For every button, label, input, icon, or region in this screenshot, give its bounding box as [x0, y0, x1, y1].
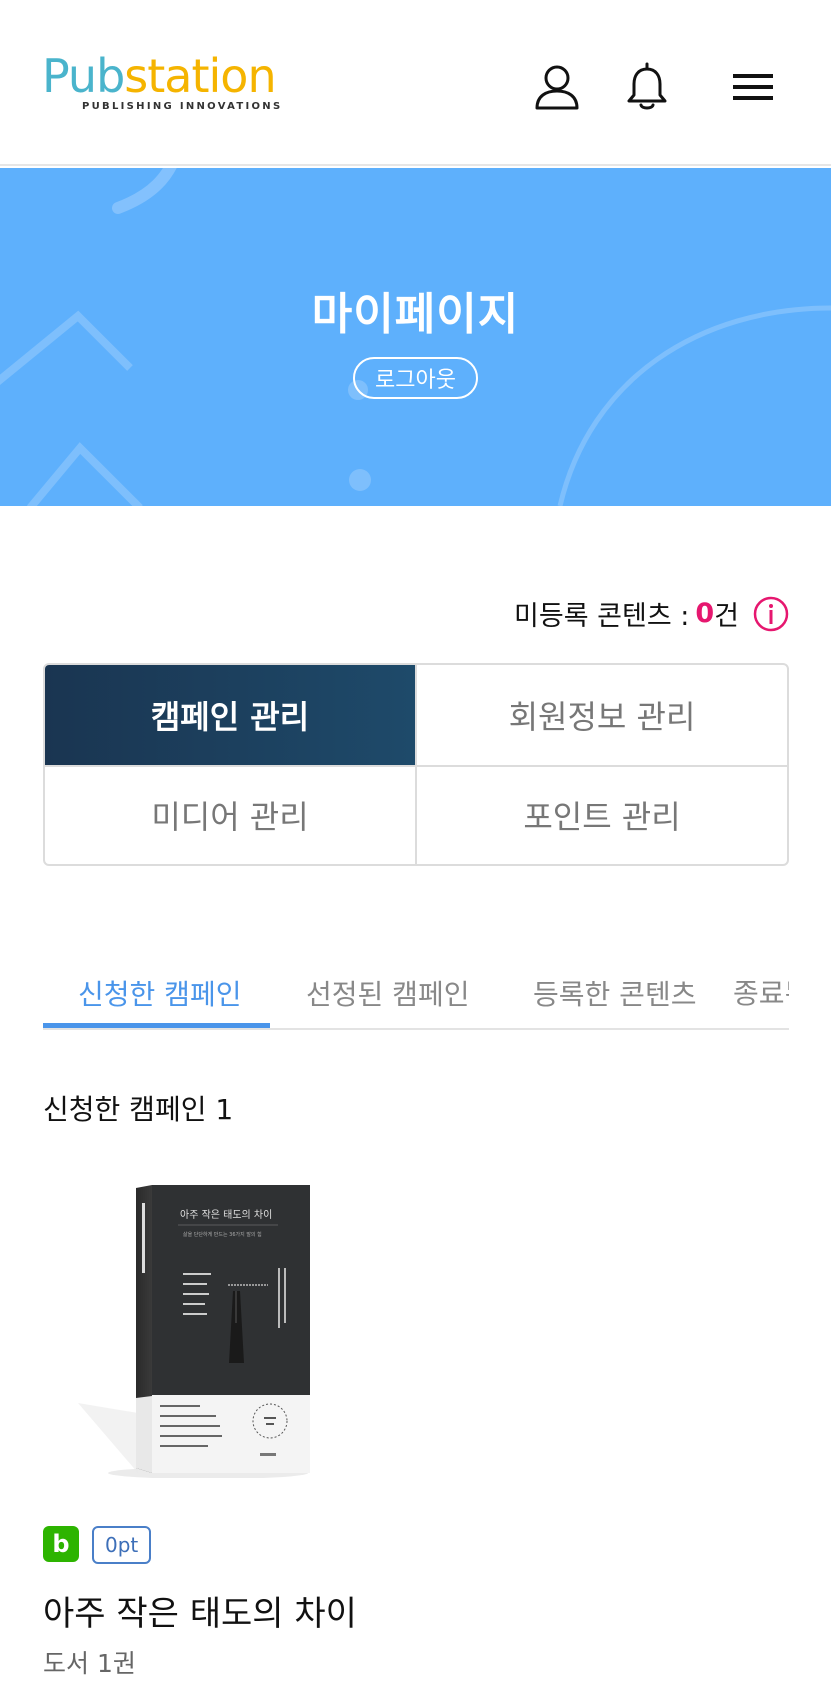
- tab-selected-campaigns[interactable]: 선정된 캠페인: [306, 973, 469, 1013]
- page-title: 마이페이지: [311, 289, 520, 340]
- info-icon[interactable]: [753, 596, 789, 632]
- logo-station-text: station: [124, 49, 276, 103]
- book-cover-image[interactable]: 아주 작은 태도의 차이 삶을 단단하게 만드는 36가지 말의 힘: [78, 1183, 313, 1478]
- media-management-button[interactable]: 미디어 관리: [45, 764, 415, 865]
- section-title: 신청한 캠페인 1: [43, 1093, 234, 1126]
- unregistered-unit: 건: [714, 601, 739, 632]
- unregistered-content-summary: 미등록 콘텐츠 : 0 건: [514, 594, 789, 633]
- blog-platform-badge: b: [43, 1526, 79, 1562]
- active-tab-indicator: [43, 1023, 270, 1028]
- campaign-badges: b 0pt: [43, 1526, 152, 1564]
- tab-applied-campaigns[interactable]: 신청한 캠페인: [78, 973, 241, 1013]
- campaign-management-button[interactable]: 캠페인 관리: [45, 665, 415, 765]
- user-icon[interactable]: [528, 58, 586, 116]
- tab-registered-content[interactable]: 등록한 콘텐츠: [533, 973, 696, 1013]
- bell-icon[interactable]: [618, 58, 676, 116]
- logo-pub-text: Pub: [42, 49, 125, 103]
- management-menu: 캠페인 관리 회원정보 관리 미디어 관리 포인트 관리: [43, 663, 789, 866]
- point-management-button[interactable]: 포인트 관리: [415, 764, 787, 864]
- campaign-reward: 도서 1권: [43, 1649, 136, 1678]
- points-badge: 0pt: [92, 1526, 152, 1564]
- logo-tagline: PUBLISHING INNOVATIONS: [82, 101, 283, 112]
- pubstation-logo[interactable]: Pubstation PUBLISHING INNOVATIONS: [42, 52, 282, 112]
- tab-ended-campaigns[interactable]: 종료된 캠페인: [733, 971, 789, 1013]
- cover-tagline: 삶을 단단하게 만드는 36가지 말의 힘: [183, 1231, 262, 1238]
- menu-icon[interactable]: [724, 58, 782, 116]
- unregistered-count: 0: [695, 598, 715, 629]
- campaign-title[interactable]: 아주 작은 태도의 차이: [43, 1586, 357, 1635]
- site-header: Pubstation PUBLISHING INNOVATIONS: [0, 0, 831, 166]
- mypage-banner: 마이페이지 로그아웃: [0, 168, 831, 506]
- logout-button[interactable]: 로그아웃: [353, 357, 478, 399]
- unregistered-label: 미등록 콘텐츠 :: [514, 601, 690, 632]
- tab-ended-campaigns-label: 종료된 캠페인: [733, 977, 789, 1010]
- cover-title: 아주 작은 태도의 차이: [180, 1209, 272, 1221]
- campaign-tabs: 신청한 캠페인 선정된 캠페인 등록한 콘텐츠 종료된 캠페인: [43, 955, 789, 1030]
- member-info-management-button[interactable]: 회원정보 관리: [415, 665, 787, 765]
